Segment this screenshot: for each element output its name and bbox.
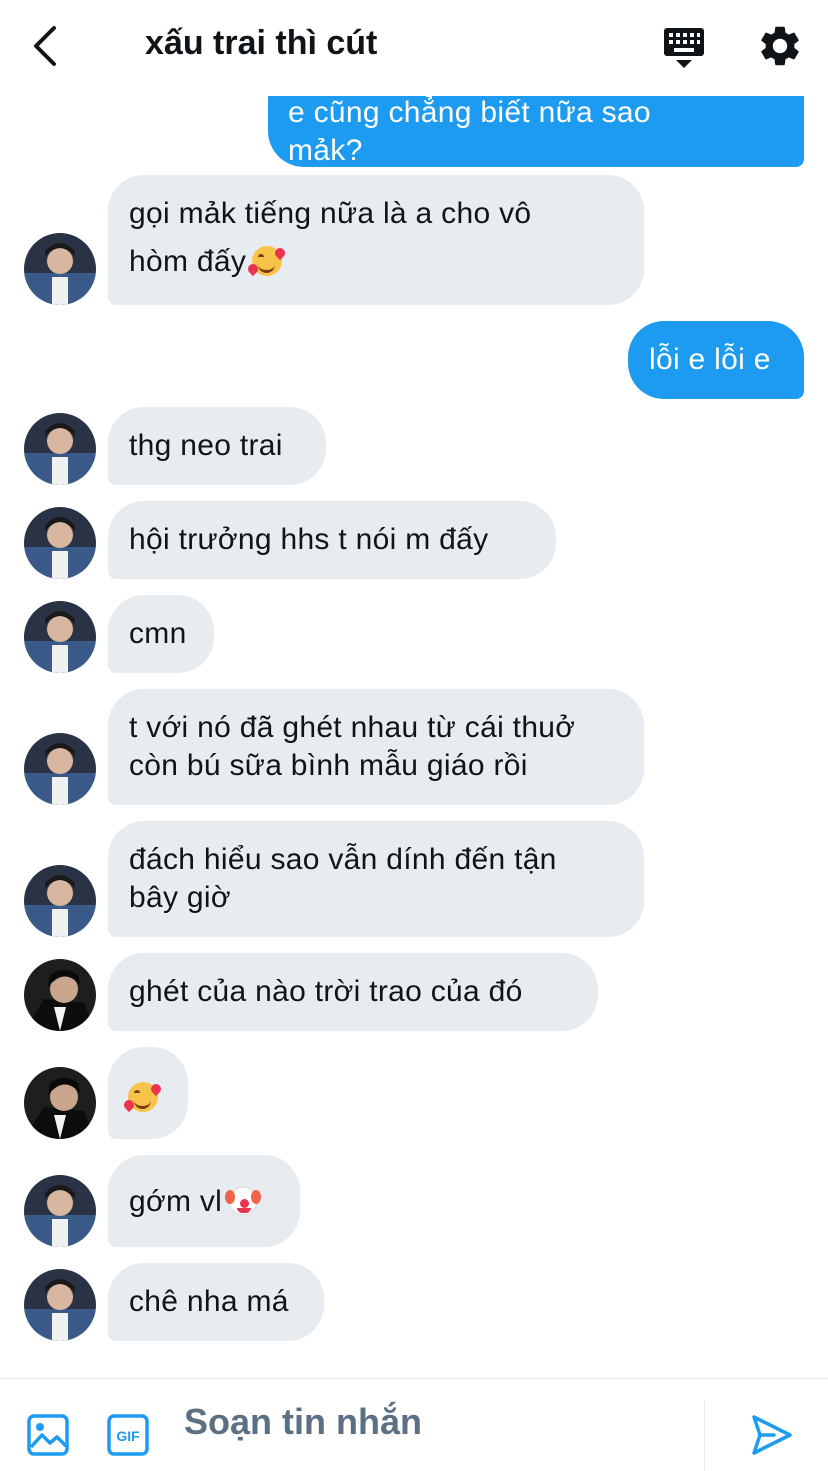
avatar[interactable] (24, 1269, 96, 1341)
message-text: gớm vl (129, 1185, 223, 1218)
avatar[interactable] (24, 507, 96, 579)
keyboard-button[interactable] (660, 24, 708, 72)
message-line: gọi mảk tiếng nữa là a cho vô (129, 197, 532, 230)
message-line: ghét của nào trời trao của đó (129, 975, 523, 1008)
message-line: mảk? (288, 134, 363, 167)
clown-face-icon (225, 1186, 262, 1216)
add-image-button[interactable] (26, 1413, 70, 1457)
message-line: hội trưởng hhs t nói m đấy (129, 523, 489, 556)
conversation-title[interactable]: xấu trai thì cút (145, 24, 377, 63)
avatar[interactable] (24, 865, 96, 937)
message-bubble-received[interactable]: ghét của nào trời trao của đó (108, 953, 598, 1031)
avatar[interactable] (24, 1067, 96, 1139)
message-bubble-received[interactable]: t với nó đã ghét nhau từ cái thuở còn bú… (108, 689, 644, 805)
avatar[interactable] (24, 1175, 96, 1247)
message-line: t với nó đã ghét nhau từ cái thuở (129, 711, 576, 744)
gif-label: GIF (116, 1428, 140, 1444)
message-bubble-received[interactable]: thg neo trai (108, 407, 326, 485)
message-bubble-received[interactable]: gọi mảk tiếng nữa là a cho vô hòm đấy (108, 175, 644, 305)
message-line: gớm vl (129, 1183, 279, 1221)
chevron-left-icon (34, 26, 56, 66)
conversation-area: e cũng chẳng biết nữa sao mảk? gọi mảk t… (0, 0, 828, 1378)
image-icon (27, 1414, 69, 1456)
message-bubble-received[interactable]: cmn (108, 595, 214, 673)
message-bubble-received[interactable]: gớm vl (108, 1155, 300, 1247)
message-line: chê nha má (129, 1285, 289, 1318)
settings-button[interactable] (756, 22, 804, 70)
message-line: e cũng chẳng biết nữa sao (288, 96, 651, 129)
avatar[interactable] (24, 733, 96, 805)
divider (704, 1401, 705, 1471)
message-composer: GIF (0, 1378, 828, 1471)
back-button[interactable] (28, 24, 68, 68)
message-bubble-sent[interactable]: lỗi e lỗi e (628, 321, 804, 399)
send-icon (752, 1415, 792, 1455)
conversation-header: xấu trai thì cút (0, 0, 828, 96)
message-line: đách hiểu sao vẫn dính đến tận (129, 843, 557, 876)
smiling-face-with-hearts-icon (121, 1081, 164, 1113)
avatar[interactable] (24, 413, 96, 485)
message-bubble-received[interactable]: chê nha má (108, 1263, 324, 1341)
avatar[interactable] (24, 233, 96, 305)
keyboard-icon (664, 28, 704, 68)
message-line: lỗi e lỗi e (649, 343, 771, 376)
add-gif-button[interactable]: GIF (106, 1413, 150, 1457)
avatar[interactable] (24, 601, 96, 673)
send-button[interactable] (750, 1413, 794, 1457)
message-line: hòm đấy (129, 243, 623, 281)
message-bubble-received[interactable] (108, 1047, 188, 1139)
gif-icon: GIF (107, 1414, 149, 1456)
message-bubble-received[interactable]: hội trưởng hhs t nói m đấy (108, 501, 556, 579)
message-line: bây giờ (129, 881, 231, 914)
message-line: thg neo trai (129, 429, 283, 462)
gear-icon (761, 26, 799, 66)
message-line: còn bú sữa bình mẫu giáo rồi (129, 749, 528, 782)
message-text: hòm đấy (129, 245, 247, 278)
message-input[interactable] (184, 1397, 684, 1447)
message-line: cmn (129, 617, 187, 650)
avatar[interactable] (24, 959, 96, 1031)
message-bubble-received[interactable]: đách hiểu sao vẫn dính đến tận bây giờ (108, 821, 644, 937)
smiling-face-with-hearts-icon (246, 245, 288, 277)
